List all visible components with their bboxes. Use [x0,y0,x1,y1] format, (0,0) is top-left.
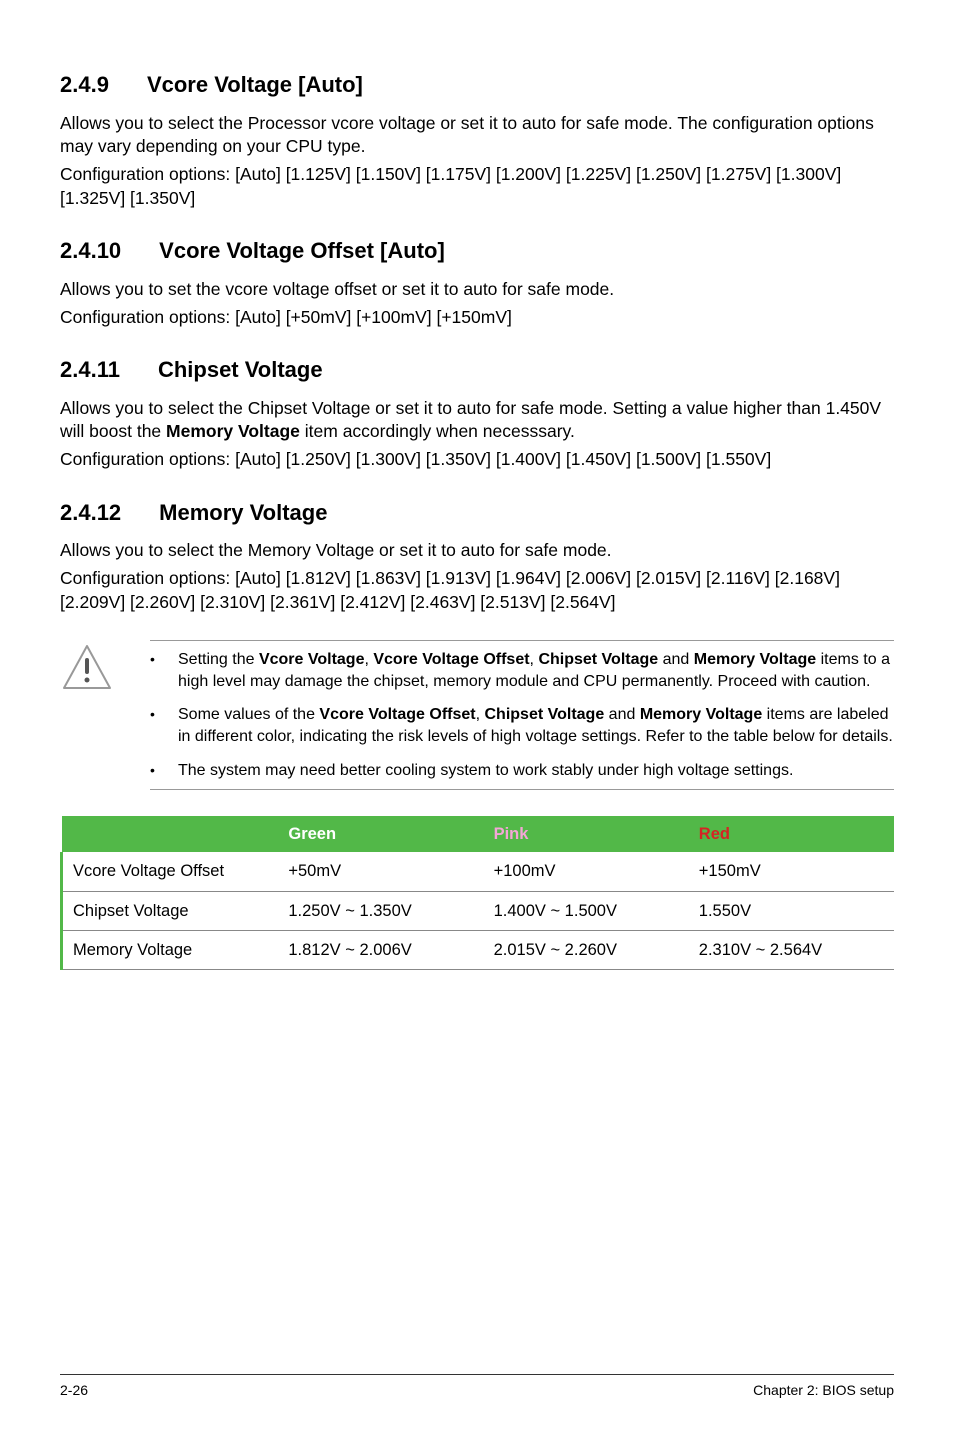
text-fragment: , [476,706,485,723]
text-fragment: item accordingly when necesssary. [300,421,575,441]
voltage-risk-table: Green Pink Red Vcore Voltage Offset +50m… [60,816,894,970]
caution-callout: • Setting the Vcore Voltage, Vcore Volta… [60,640,894,790]
caution-icon [60,640,150,697]
text-fragment: and [658,651,694,668]
table-header-red: Red [689,816,894,852]
table-header-blank [62,816,279,852]
bold-term: Memory Voltage [166,421,300,441]
text-fragment: and [604,706,640,723]
cell-green: 1.812V ~ 2.006V [278,931,483,970]
cell-green: 1.250V ~ 1.350V [278,891,483,930]
page-number: 2-26 [60,1381,88,1400]
bullet-marker: • [150,760,178,782]
section-title: Vcore Voltage [Auto] [147,72,363,97]
section-title: Chipset Voltage [158,357,323,382]
section-heading-chipset-voltage: 2.4.11 Chipset Voltage [60,355,894,385]
table-row: Chipset Voltage 1.250V ~ 1.350V 1.400V ~… [62,891,895,930]
cell-pink: 1.400V ~ 1.500V [484,891,689,930]
caution-content: • Setting the Vcore Voltage, Vcore Volta… [150,640,894,790]
section-heading-memory-voltage: 2.4.12 Memory Voltage [60,498,894,528]
cell-red: +150mV [689,852,894,891]
cell-pink: +100mV [484,852,689,891]
cell-red: 1.550V [689,891,894,930]
chapter-label: Chapter 2: BIOS setup [753,1381,894,1400]
body-paragraph: Allows you to select the Processor vcore… [60,112,894,159]
text-fragment: Setting the [178,651,259,668]
body-paragraph: Allows you to set the vcore voltage offs… [60,278,894,302]
cell-pink: 2.015V ~ 2.260V [484,931,689,970]
bullet-marker: • [150,704,178,747]
caution-bullet-item: • Setting the Vcore Voltage, Vcore Volta… [150,649,894,692]
table-row: Memory Voltage 1.812V ~ 2.006V 2.015V ~ … [62,931,895,970]
cell-red: 2.310V ~ 2.564V [689,931,894,970]
section-title: Memory Voltage [159,500,327,525]
caution-bullet-item: • Some values of the Vcore Voltage Offse… [150,704,894,747]
table-row: Vcore Voltage Offset +50mV +100mV +150mV [62,852,895,891]
row-label: Chipset Voltage [62,891,279,930]
body-paragraph: Allows you to select the Memory Voltage … [60,539,894,563]
body-paragraph: Configuration options: [Auto] [1.812V] [… [60,567,894,614]
caution-bullet-item: • The system may need better cooling sys… [150,760,894,782]
caution-text: Setting the Vcore Voltage, Vcore Voltage… [178,649,894,692]
section-heading-vcore-voltage-offset: 2.4.10 Vcore Voltage Offset [Auto] [60,236,894,266]
bold-term: Vcore Voltage Offset [373,651,529,668]
body-paragraph: Configuration options: [Auto] [+50mV] [+… [60,306,894,330]
row-label: Memory Voltage [62,931,279,970]
section-title: Vcore Voltage Offset [Auto] [159,238,445,263]
text-fragment: Some values of the [178,706,319,723]
section-number: 2.4.9 [60,70,109,100]
table-header-pink: Pink [484,816,689,852]
body-paragraph: Configuration options: [Auto] [1.250V] [… [60,448,894,472]
section-number: 2.4.11 [60,355,120,385]
body-paragraph: Configuration options: [Auto] [1.125V] [… [60,163,894,210]
bold-term: Chipset Voltage [485,706,605,723]
caution-text: The system may need better cooling syste… [178,760,894,782]
bold-term: Memory Voltage [694,651,816,668]
page-footer: 2-26 Chapter 2: BIOS setup [60,1374,894,1400]
bullet-marker: • [150,649,178,692]
section-number: 2.4.12 [60,498,121,528]
section-number: 2.4.10 [60,236,121,266]
body-paragraph: Allows you to select the Chipset Voltage… [60,397,894,444]
bold-term: Vcore Voltage Offset [319,706,475,723]
row-label: Vcore Voltage Offset [62,852,279,891]
bold-term: Memory Voltage [640,706,762,723]
bold-term: Vcore Voltage [259,651,365,668]
bold-term: Chipset Voltage [538,651,658,668]
table-header-green: Green [278,816,483,852]
cell-green: +50mV [278,852,483,891]
caution-text: Some values of the Vcore Voltage Offset,… [178,704,894,747]
section-heading-vcore-voltage: 2.4.9 Vcore Voltage [Auto] [60,70,894,100]
